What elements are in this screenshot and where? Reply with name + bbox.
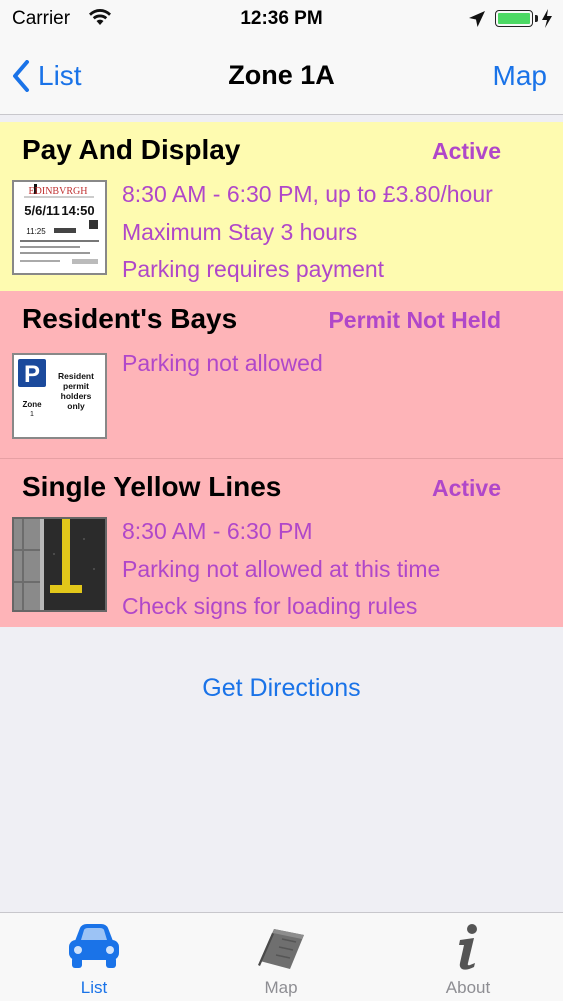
restriction-details: Parking not allowed bbox=[122, 345, 323, 383]
location-arrow-icon bbox=[468, 10, 486, 33]
ticket-code: 5/6/11 bbox=[24, 203, 59, 218]
svg-text:permit: permit bbox=[63, 381, 89, 391]
restriction-title: Single Yellow Lines bbox=[22, 471, 282, 502]
tab-about[interactable]: About bbox=[408, 913, 528, 1001]
battery-tip bbox=[535, 15, 538, 22]
parking-p-symbol: P bbox=[24, 361, 40, 388]
restriction-list: Pay And Display Active EDINBVRGH 5/6/11 … bbox=[0, 122, 563, 627]
tab-label: About bbox=[445, 978, 491, 997]
restriction-cell-single-yellow-lines[interactable]: Single Yellow Lines Active 8:30 AM - 6:3… bbox=[0, 459, 563, 627]
tab-list[interactable]: List bbox=[34, 913, 154, 1001]
restriction-status: Permit Not Held bbox=[328, 307, 501, 333]
svg-text:Resident: Resident bbox=[58, 371, 94, 381]
pay-and-display-ticket-icon: EDINBVRGH 5/6/11 14:50 11:25 bbox=[12, 180, 107, 275]
tab-label: Map bbox=[264, 978, 298, 997]
get-directions-button[interactable]: Get Directions bbox=[0, 674, 563, 703]
ticket-brand: EDINBVRGH bbox=[29, 186, 88, 197]
status-bar: Carrier 12:36 PM bbox=[0, 0, 563, 38]
svg-text:1: 1 bbox=[30, 411, 34, 418]
restriction-details: 8:30 AM - 6:30 PM, up to £3.80/hour Maxi… bbox=[122, 176, 493, 289]
restriction-status: Active bbox=[431, 138, 501, 164]
restriction-cell-residents-bays[interactable]: Resident's Bays Permit Not Held P Reside… bbox=[0, 291, 563, 459]
charging-bolt-icon bbox=[541, 9, 553, 33]
detail-line: Maximum Stay 3 hours bbox=[122, 218, 358, 245]
tab-map[interactable]: Map bbox=[221, 913, 341, 1001]
map-icon bbox=[221, 921, 341, 975]
navigation-bar: List Zone 1A Map bbox=[0, 38, 563, 115]
detail-line: Check signs for loading rules bbox=[122, 593, 418, 619]
car-icon bbox=[34, 921, 154, 971]
ticket-time: 14:50 bbox=[61, 203, 94, 218]
tab-label: List bbox=[80, 978, 108, 997]
restriction-status: Active bbox=[431, 475, 501, 501]
svg-text:only: only bbox=[67, 401, 85, 411]
restriction-title: Pay And Display bbox=[22, 134, 241, 165]
single-yellow-line-road-icon bbox=[12, 517, 107, 612]
restriction-title: Resident's Bays bbox=[22, 303, 238, 334]
page-title: Zone 1A bbox=[228, 60, 335, 90]
map-button[interactable]: Map bbox=[493, 60, 547, 92]
info-icon bbox=[408, 921, 528, 971]
resident-permit-sign-icon: P Resident permit holders only Zone 1 bbox=[12, 353, 107, 439]
battery-icon bbox=[495, 10, 533, 27]
tab-bar: List Map About bbox=[0, 912, 563, 1001]
detail-line: Parking not allowed at this time bbox=[122, 555, 441, 582]
restriction-cell-pay-and-display[interactable]: Pay And Display Active EDINBVRGH 5/6/11 … bbox=[0, 122, 563, 291]
svg-text:holders: holders bbox=[61, 391, 92, 401]
detail-line: 8:30 AM - 6:30 PM, up to £3.80/hour bbox=[122, 181, 493, 207]
svg-text:Zone: Zone bbox=[22, 400, 42, 409]
detail-line: 8:30 AM - 6:30 PM bbox=[122, 518, 313, 544]
detail-line: Parking not allowed bbox=[122, 350, 323, 376]
restriction-details: 8:30 AM - 6:30 PM Parking not allowed at… bbox=[122, 513, 440, 626]
detail-line: Parking requires payment bbox=[122, 256, 385, 282]
ticket-small-time: 11:25 bbox=[26, 227, 46, 236]
